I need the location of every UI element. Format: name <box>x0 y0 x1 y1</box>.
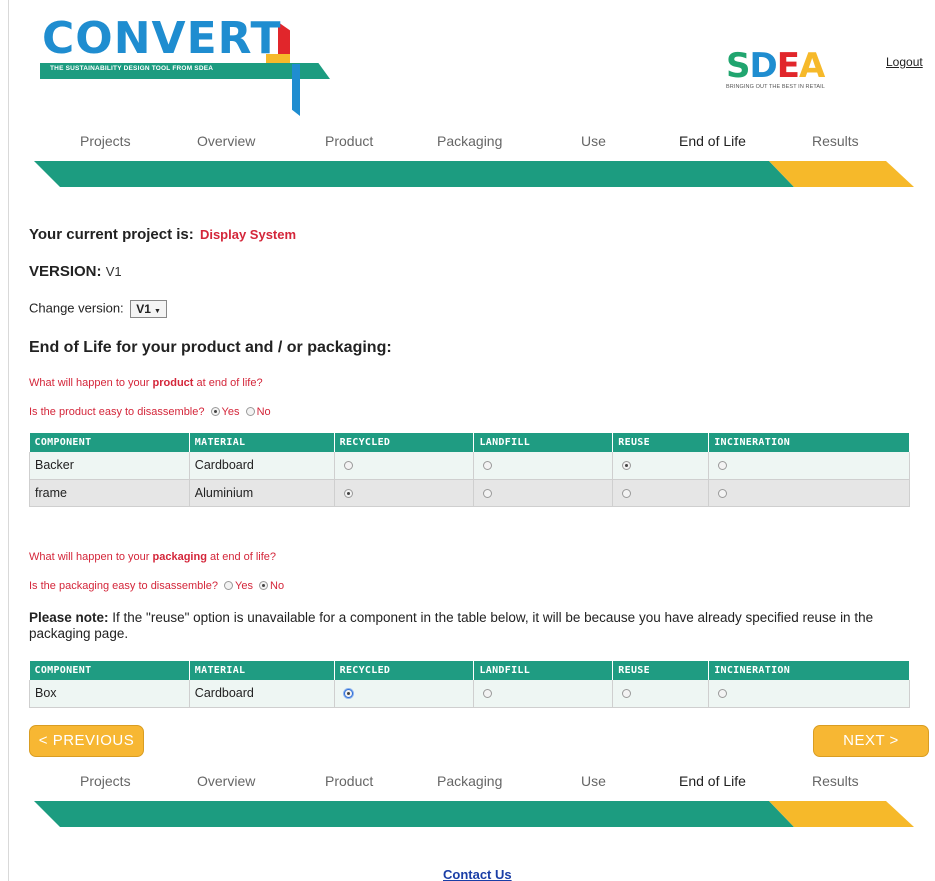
landfill-radio[interactable] <box>483 689 493 699</box>
version-value: V1 <box>105 264 122 279</box>
col-incineration: INCINERATION <box>708 433 910 452</box>
current-project: Your current project is: Display System <box>29 226 296 243</box>
previous-button[interactable]: < PREVIOUS <box>29 725 144 757</box>
reuse-note: Please note: If the "reuse" option is un… <box>29 610 929 642</box>
table-row: Box Cardboard <box>29 680 910 708</box>
progress-current <box>769 801 914 827</box>
step-use[interactable]: Use <box>581 773 606 789</box>
note-label: Please note: <box>29 610 109 625</box>
logo-tagline: THE SUSTAINABILITY DESIGN TOOL FROM SDEA <box>50 65 214 72</box>
step-product[interactable]: Product <box>325 773 373 789</box>
col-material: MATERIAL <box>189 433 335 452</box>
table-row: frame Aluminium <box>29 479 910 507</box>
step-packaging[interactable]: Packaging <box>437 773 502 789</box>
col-material: MATERIAL <box>189 661 335 680</box>
version-line: VERSION: V1 <box>29 263 122 280</box>
project-name: Display System <box>199 227 297 242</box>
col-incineration: INCINERATION <box>708 661 910 680</box>
step-overview[interactable]: Overview <box>197 773 255 789</box>
product-disassemble-label: Is the product easy to disassemble? <box>29 406 205 418</box>
reuse-radio[interactable] <box>622 689 632 699</box>
step-product[interactable]: Product <box>325 133 373 149</box>
chevron-down-icon: ▼ <box>153 308 161 315</box>
step-projects[interactable]: Projects <box>80 133 131 149</box>
product-disassemble: Is the product easy to disassemble? Yes … <box>29 406 271 418</box>
component-cell: Box <box>29 680 190 708</box>
col-reuse: REUSE <box>612 433 710 452</box>
reuse-radio[interactable] <box>622 488 632 498</box>
packaging-disassemble-yes-radio[interactable] <box>224 581 234 590</box>
col-reuse: REUSE <box>612 661 710 680</box>
logout-link[interactable]: Logout <box>886 55 923 69</box>
page-left-rule <box>8 0 9 881</box>
progress-completed <box>34 801 794 827</box>
progress-current <box>769 161 914 187</box>
current-project-label: Your current project is: <box>29 226 194 243</box>
version-select[interactable]: V1 ▼ <box>130 300 167 318</box>
recycled-radio[interactable] <box>343 689 353 699</box>
step-projects[interactable]: Projects <box>80 773 131 789</box>
material-cell: Cardboard <box>189 452 335 480</box>
next-button[interactable]: NEXT > <box>813 725 929 757</box>
product-disassemble-yes-radio[interactable] <box>210 407 220 416</box>
material-cell: Aluminium <box>189 479 335 507</box>
recycled-radio[interactable] <box>343 488 353 498</box>
col-landfill: LANDFILL <box>473 433 614 452</box>
product-question: What will happen to your product at end … <box>29 377 263 389</box>
change-version-label: Change version: <box>29 300 124 316</box>
component-cell: frame <box>29 479 190 507</box>
table-row: Backer Cardboard <box>29 452 910 480</box>
incineration-radio[interactable] <box>718 461 728 471</box>
sdea-logo: SDEA BRINGING OUT THE BEST IN RETAIL <box>726 46 846 94</box>
packaging-disassemble: Is the packaging easy to disassemble? Ye… <box>29 580 285 592</box>
version-select-value: V1 <box>136 302 151 316</box>
col-component: COMPONENT <box>29 661 190 680</box>
packaging-question: What will happen to your packaging at en… <box>29 551 277 563</box>
col-recycled: RECYCLED <box>334 661 475 680</box>
sdea-letters: SDEA <box>726 46 825 86</box>
step-packaging[interactable]: Packaging <box>437 133 502 149</box>
step-end-of-life[interactable]: End of Life <box>679 133 746 149</box>
landfill-radio[interactable] <box>483 488 493 498</box>
packaging-disassemble-no-radio[interactable] <box>259 581 269 590</box>
logo-title: CONVERT <box>42 13 282 64</box>
col-landfill: LANDFILL <box>473 661 614 680</box>
version-label: VERSION: <box>29 263 102 280</box>
step-use[interactable]: Use <box>581 133 606 149</box>
landfill-radio[interactable] <box>483 461 493 471</box>
step-results[interactable]: Results <box>812 133 859 149</box>
incineration-radio[interactable] <box>718 689 728 699</box>
product-eol-table: COMPONENT MATERIAL RECYCLED LANDFILL REU… <box>29 433 910 507</box>
recycled-radio[interactable] <box>343 461 353 471</box>
section-title: End of Life for your product and / or pa… <box>29 339 392 356</box>
product-disassemble-no-radio[interactable] <box>245 407 255 416</box>
material-cell: Cardboard <box>189 680 335 708</box>
reuse-radio[interactable] <box>622 461 632 471</box>
convert-logo: CONVERT THE SUSTAINABILITY DESIGN TOOL F… <box>40 14 340 118</box>
component-cell: Backer <box>29 452 190 480</box>
step-overview[interactable]: Overview <box>197 133 255 149</box>
step-end-of-life[interactable]: End of Life <box>679 773 746 789</box>
table-header-row: COMPONENT MATERIAL RECYCLED LANDFILL REU… <box>29 661 910 680</box>
progress-completed <box>34 161 794 187</box>
step-nav-bottom: Projects Overview Product Packaging Use … <box>34 773 914 833</box>
step-results[interactable]: Results <box>812 773 859 789</box>
col-component: COMPONENT <box>29 433 190 452</box>
contact-us-link[interactable]: Contact Us <box>443 867 512 881</box>
step-progress-bar <box>34 801 914 827</box>
change-version: Change version: V1 ▼ <box>29 300 167 318</box>
step-nav-top: Projects Overview Product Packaging Use … <box>34 133 914 193</box>
packaging-disassemble-label: Is the packaging easy to disassemble? <box>29 580 218 592</box>
packaging-eol-table: COMPONENT MATERIAL RECYCLED LANDFILL REU… <box>29 661 910 708</box>
logo-blue-accent <box>292 64 300 116</box>
col-recycled: RECYCLED <box>334 433 475 452</box>
table-header-row: COMPONENT MATERIAL RECYCLED LANDFILL REU… <box>29 433 910 452</box>
sdea-tagline: BRINGING OUT THE BEST IN RETAIL <box>726 84 825 90</box>
step-progress-bar <box>34 161 914 187</box>
note-text: If the "reuse" option is unavailable for… <box>29 610 874 641</box>
incineration-radio[interactable] <box>718 488 728 498</box>
